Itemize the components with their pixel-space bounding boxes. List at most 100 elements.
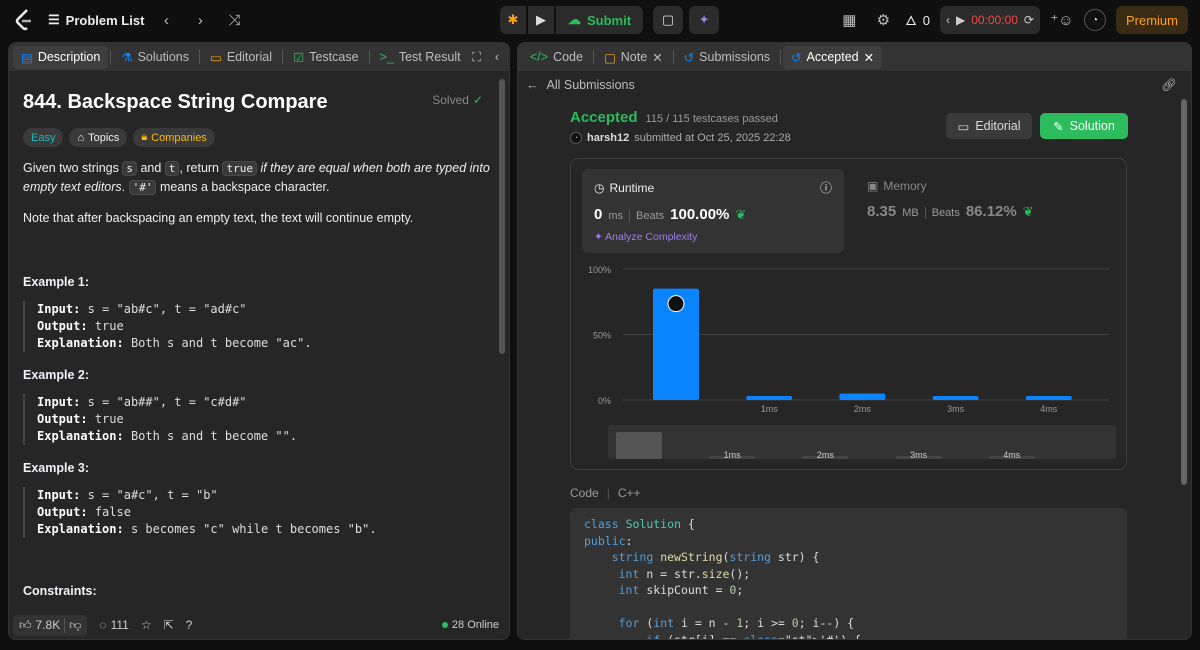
layout-icon[interactable]: ▦: [837, 8, 861, 32]
divider: [199, 50, 200, 64]
scrollbar[interactable]: [1181, 99, 1187, 485]
tab-description[interactable]: ▤ Description: [13, 45, 109, 69]
code-line: for (int i = n - 1; i >= 0; i--) {: [618, 616, 855, 630]
leetcode-logo-icon[interactable]: [12, 7, 38, 33]
note-icon: ▢: [603, 50, 616, 65]
example-block: Input: s = "ab#c", t = "ad#c" Output: tr…: [23, 301, 495, 352]
link-icon[interactable]: 🔗︎: [1161, 78, 1177, 93]
solved-badge: Solved ✓: [432, 93, 483, 107]
debug-icon[interactable]: ✱: [500, 6, 526, 34]
divider: [780, 50, 782, 64]
range-slider[interactable]: 1ms 2ms 3ms 4ms: [608, 425, 1116, 460]
bottom-bar: 👍︎ 7.8K 👎︎ ◌ 111 ☆ ⇱ ? 28 Online: [9, 611, 509, 639]
thumbs-down-icon[interactable]: 👎︎: [64, 617, 81, 633]
book-icon: ▭: [210, 50, 222, 65]
code-viewer[interactable]: class Solution {public: string newString…: [570, 508, 1127, 639]
shuffle-icon[interactable]: ⤨: [222, 8, 246, 32]
stats-card: ◷ Runtime ⓘ 0 ms Beats 100.00% ❦ ✦ Analyze Com…: [570, 158, 1127, 470]
tab-code[interactable]: </> Code: [522, 46, 591, 68]
submission-header: ← All Submissions 🔗︎: [518, 71, 1191, 99]
prev-problem-icon[interactable]: ‹: [154, 8, 178, 32]
next-problem-icon[interactable]: ›: [188, 8, 212, 32]
analyze-complexity-link[interactable]: ✦ Analyze Complexity: [594, 231, 832, 243]
like-button[interactable]: 👍︎ 7.8K 👎︎: [13, 614, 88, 636]
fire-icon: 🜂: [905, 13, 917, 28]
avatar[interactable]: ◔: [1083, 9, 1106, 31]
divider: [368, 50, 370, 64]
all-submissions-link[interactable]: All Submissions: [547, 78, 635, 92]
example-title: Example 2:: [23, 368, 90, 382]
difficulty-chip[interactable]: Easy: [23, 128, 64, 147]
solution-button[interactable]: ✎ Solution: [1040, 113, 1128, 139]
info-icon[interactable]: ⓘ: [820, 179, 832, 196]
tab-test-result[interactable]: >_ Test Result: [372, 46, 469, 68]
runtime-card[interactable]: ◷ Runtime ⓘ 0 ms Beats 100.00% ❦ ✦ Analyze Com…: [582, 169, 844, 253]
topics-chip[interactable]: ⌂ Topics: [69, 128, 128, 147]
star-icon[interactable]: ☆: [141, 618, 152, 632]
collapse-left-icon[interactable]: ‹: [495, 50, 499, 65]
tab-solutions[interactable]: ⚗ Solutions: [113, 46, 197, 69]
code-section-header: Code | C++: [570, 486, 641, 500]
run-button[interactable]: ▶: [528, 6, 554, 34]
settings-gear-icon[interactable]: ⚙: [871, 8, 895, 32]
checkbox-icon: ☑: [292, 50, 305, 65]
premium-button[interactable]: Premium: [1115, 6, 1188, 34]
fullscreen-icon[interactable]: ⛶: [472, 50, 481, 65]
thumbs-up-icon: 👍︎: [19, 617, 32, 632]
scrollbar[interactable]: [499, 79, 505, 354]
play-timer-icon[interactable]: ▶: [956, 13, 965, 27]
chart-bar[interactable]: [1025, 396, 1072, 400]
comment-icon: ◌: [99, 618, 107, 632]
tab-testcase[interactable]: ☑ Testcase: [285, 46, 367, 69]
problem-list-button[interactable]: ☰ Problem List: [48, 12, 144, 28]
chart-bar[interactable]: [932, 396, 979, 400]
add-user-icon[interactable]: ⁺☺: [1050, 8, 1074, 32]
close-icon[interactable]: ✕: [864, 50, 874, 65]
code-line: int n = str.size();: [618, 566, 751, 581]
problem-description: Given two strings s and t, return true i…: [23, 161, 490, 195]
leaf-icon: ❦: [1022, 204, 1034, 219]
timer[interactable]: ‹ ▶ 00:00:00 ⟳: [939, 6, 1040, 34]
editorial-button[interactable]: ▭ Editorial: [946, 113, 1032, 139]
memory-card[interactable]: ▣ Memory 8.35 MB Beats 86.12% ❦: [867, 179, 1034, 220]
submit-button[interactable]: ☁ Submit: [556, 6, 644, 34]
chart-bar[interactable]: [839, 393, 886, 400]
ai-sparkle-icon[interactable]: ✦: [689, 6, 720, 34]
example-block: Input: s = "a#c", t = "b" Output: false …: [23, 487, 495, 538]
x-tick-label: 1ms: [761, 404, 779, 414]
share-icon[interactable]: ⇱: [164, 618, 174, 632]
collapse-timer-icon[interactable]: ‹: [946, 13, 950, 27]
mini-bar: [616, 431, 662, 459]
cloud-upload-icon: ☁: [568, 12, 581, 27]
problem-title: 844. Backspace String Compare: [23, 91, 328, 113]
reset-timer-icon[interactable]: ⟳: [1024, 13, 1034, 27]
notes-icon[interactable]: ▢: [653, 6, 684, 34]
code-line: public:: [584, 533, 633, 548]
comments-button[interactable]: ◌ 111: [99, 618, 128, 632]
chip-icon: ▣: [867, 179, 879, 193]
submission-panel: </> Code ▢ Note ✕ ↺ Submissions ↺ Accepted ✕ ←…: [517, 42, 1192, 640]
top-bar: ☰ Problem List ‹ › ⤨ ✱ ▶ ☁ Submit ▢ ✦ ▦ …: [0, 0, 1200, 40]
check-circle-icon: ✓: [472, 93, 483, 107]
code-line: class Solution {: [584, 517, 695, 531]
example-title: Example 1:: [23, 275, 90, 289]
mini-tick-label: 2ms: [816, 450, 834, 460]
lock-icon: 🔒︎: [141, 131, 148, 143]
description-icon: ▤: [21, 50, 33, 65]
submission-result: Accepted 115 / 115 testcases passed ◔ hars…: [570, 109, 791, 144]
tab-note[interactable]: ▢ Note ✕: [596, 46, 671, 69]
tab-editorial[interactable]: ▭ Editorial: [202, 46, 280, 69]
chart-bar[interactable]: [746, 396, 793, 400]
tab-accepted[interactable]: ↺ Accepted ✕: [783, 45, 883, 69]
tag-icon: ⌂: [77, 131, 85, 144]
tab-submissions[interactable]: ↺ Submissions: [676, 46, 778, 69]
x-tick-label: 3ms: [947, 404, 965, 414]
help-icon[interactable]: ?: [186, 618, 193, 632]
streak-counter[interactable]: 🜂 0: [905, 7, 930, 33]
description-content: 844. Backspace String Compare Solved ✓ Ea…: [9, 71, 509, 631]
code-line: int skipCount = 0;: [618, 583, 744, 597]
companies-chip[interactable]: 🔒︎ Companies: [133, 128, 215, 147]
avatar: ◔: [570, 132, 582, 144]
back-arrow-icon[interactable]: ←: [526, 78, 539, 92]
close-icon[interactable]: ✕: [652, 50, 662, 65]
